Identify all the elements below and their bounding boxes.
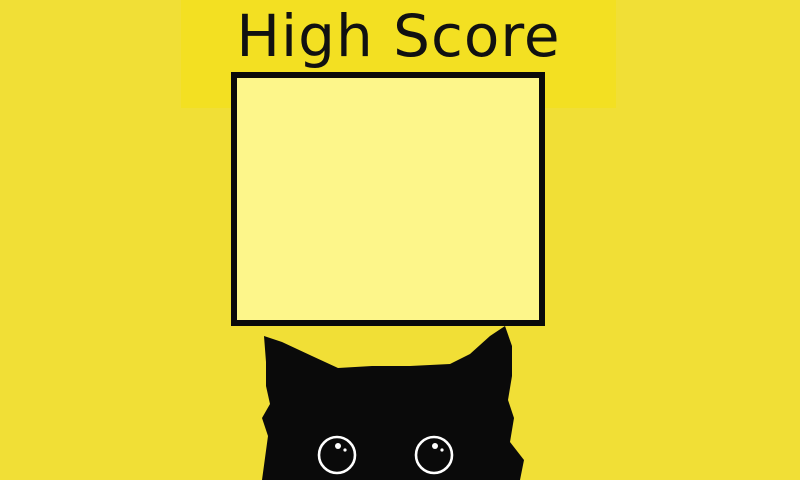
- black-cat-illustration: [262, 326, 524, 480]
- right-eye-glint-small: [440, 448, 444, 452]
- high-score-screen: High Score: [0, 0, 800, 480]
- left-eye-glint: [335, 443, 341, 449]
- cat-silhouette: [262, 326, 524, 480]
- left-eye-glint-small: [343, 448, 347, 452]
- right-eye-glint: [432, 443, 438, 449]
